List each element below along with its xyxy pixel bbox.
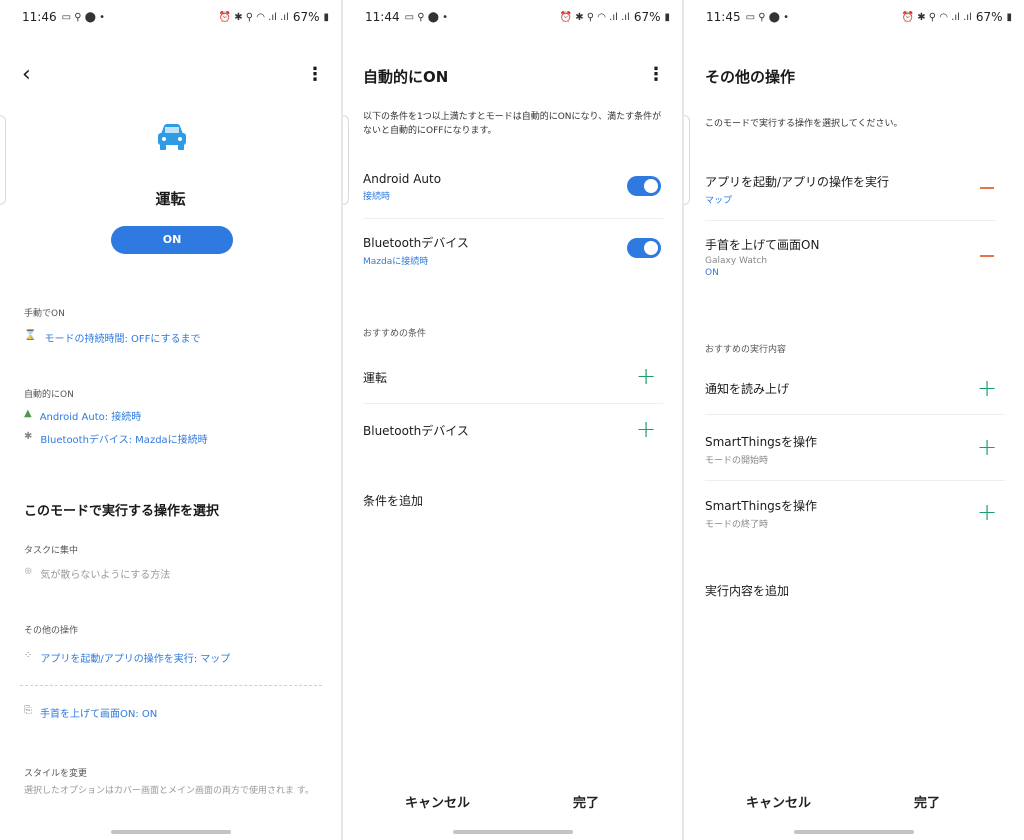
on-button[interactable]: ON <box>111 226 233 254</box>
manual-section-label: 手動でON <box>24 309 65 319</box>
cancel-button[interactable]: キャンセル <box>746 792 811 811</box>
other-item-app[interactable]: ⁘ アプリを起動/アプリの操作を実行: マップ <box>24 650 230 665</box>
home-indicator <box>453 830 573 834</box>
description: このモードで実行する操作を選択してください。 <box>705 119 903 129</box>
status-bar: 11:44 ▭ ⚲ ⬤ • ⏰ ✱ ⚲ ◠ .ıl .ıl 67% ▮ <box>343 8 682 28</box>
battery-text: 67% <box>292 10 320 24</box>
battery-text: 67% <box>633 10 661 24</box>
divider <box>705 220 995 221</box>
done-button[interactable]: 完了 <box>573 792 599 811</box>
android-auto-toggle[interactable] <box>627 176 661 196</box>
condition-bluetooth[interactable]: Bluetoothデバイス Mazdaに接続時 <box>363 234 469 267</box>
manual-duration-item[interactable]: ⌛ モードの持続時間: OFFにするまで <box>24 330 200 345</box>
status-bar: 11:46 ▭ ⚲ ⬤ • ⏰ ✱ ⚲ ◠ .ıl .ıl 67% ▮ <box>0 8 341 28</box>
focus-section-label: タスクに集中 <box>24 546 79 556</box>
action-app[interactable]: アプリを起動/アプリの操作を実行 マップ <box>705 173 889 206</box>
hourglass-icon: ⌛ <box>24 330 37 341</box>
cancel-button[interactable]: キャンセル <box>405 792 470 811</box>
focus-item[interactable]: ⊕ 気が散らないようにする方法 <box>24 566 170 581</box>
other-item-wrist[interactable]: ⎘ 手首を上げて画面ON: ON <box>24 705 157 720</box>
style-section-label: スタイルを変更 <box>24 769 88 779</box>
status-time: 11:44 <box>365 10 400 24</box>
done-button[interactable]: 完了 <box>914 792 940 811</box>
home-indicator <box>111 830 231 834</box>
back-icon[interactable]: ‹ <box>22 62 31 87</box>
status-icons-right: ⏰ ✱ ⚲ ◠ .ıl .ıl <box>218 11 289 23</box>
auto-on-screen: 11:44 ▭ ⚲ ⬤ • ⏰ ✱ ⚲ ◠ .ıl .ıl 67% ▮ 自動的に… <box>343 0 682 840</box>
status-icons-right: ⏰ ✱ ⚲ ◠ .ıl .ıl <box>559 11 630 23</box>
more-icon[interactable]: ⋮ <box>647 64 665 85</box>
auto-item-android[interactable]: ▲ Android Auto: 接続時 <box>24 408 141 423</box>
recommended-section-label: おすすめの条件 <box>363 329 427 339</box>
divider <box>705 414 1005 415</box>
car-icon <box>155 122 189 156</box>
add-action-button[interactable]: 実行内容を追加 <box>705 582 789 599</box>
plus-icon[interactable]: + <box>977 376 997 400</box>
recommended-smartthings-start[interactable]: SmartThingsを操作 モードの開始時 <box>705 433 817 466</box>
recommended-driving[interactable]: 運転 <box>363 369 387 386</box>
status-time: 11:45 <box>706 10 741 24</box>
recommended-section-label: おすすめの実行内容 <box>705 345 787 355</box>
status-bar: 11:45 ▭ ⚲ ⬤ • ⏰ ✱ ⚲ ◠ .ıl .ıl 67% ▮ <box>684 8 1024 28</box>
battery-icon: ▮ <box>664 11 670 23</box>
status-icons-left: ▭ ⚲ ⬤ • <box>404 11 448 23</box>
bluetooth-icon: ✱ <box>24 431 33 442</box>
description: 以下の条件を1つ以上満たすとモードは自動的にONになり、満たす条件がないと自動的… <box>363 112 662 136</box>
edge-handle <box>343 115 349 205</box>
home-indicator <box>794 830 914 834</box>
plus-icon[interactable]: + <box>636 417 656 441</box>
battery-icon: ▮ <box>1006 11 1012 23</box>
minus-icon[interactable] <box>980 255 994 257</box>
recommended-bluetooth[interactable]: Bluetoothデバイス <box>363 422 469 439</box>
other-section-label: その他の操作 <box>24 626 79 636</box>
auto-item-bluetooth[interactable]: ✱ Bluetoothデバイス: Mazdaに接続時 <box>24 431 208 446</box>
plus-icon[interactable]: + <box>977 500 997 524</box>
wrist-icon: ⎘ <box>24 705 32 716</box>
recommended-smartthings-end[interactable]: SmartThingsを操作 モードの終了時 <box>705 497 817 530</box>
page-title: その他の操作 <box>705 68 796 86</box>
action-wrist[interactable]: 手首を上げて画面ON Galaxy Watch ON <box>705 236 819 278</box>
dashed-divider <box>20 685 322 686</box>
edge-handle <box>684 115 690 205</box>
divider <box>705 480 1005 481</box>
other-actions-screen: 11:45 ▭ ⚲ ⬤ • ⏰ ✱ ⚲ ◠ .ıl .ıl 67% ▮ その他の… <box>684 0 1024 840</box>
plus-circle-icon: ⊕ <box>24 566 33 577</box>
bluetooth-toggle[interactable] <box>627 238 661 258</box>
mode-title: 運転 <box>155 190 186 208</box>
mode-detail-screen: 11:46 ▭ ⚲ ⬤ • ⏰ ✱ ⚲ ◠ .ıl .ıl 67% ▮ ‹ ⋮ … <box>0 0 341 840</box>
add-condition-button[interactable]: 条件を追加 <box>363 492 423 509</box>
status-icons-left: ▭ ⚲ ⬤ • <box>61 11 105 23</box>
page-title: 自動的にON <box>363 68 449 86</box>
battery-icon: ▮ <box>323 11 329 23</box>
apps-icon: ⁘ <box>24 650 33 661</box>
style-description: 選択したオプションはカバー画面とメイン画面の両方で使用されま す。 <box>24 786 314 796</box>
plus-icon[interactable]: + <box>977 435 997 459</box>
status-icons-right: ⏰ ✱ ⚲ ◠ .ıl .ıl <box>901 11 972 23</box>
battery-text: 67% <box>975 10 1003 24</box>
status-icons-left: ▭ ⚲ ⬤ • <box>745 11 789 23</box>
android-auto-icon: ▲ <box>24 408 32 419</box>
condition-android-auto[interactable]: Android Auto 接続時 <box>363 172 441 202</box>
recommended-read-notifications[interactable]: 通知を読み上げ <box>705 380 789 397</box>
actions-heading: このモードで実行する操作を選択 <box>24 504 220 519</box>
minus-icon[interactable] <box>980 187 994 189</box>
auto-section-label: 自動的にON <box>24 390 74 400</box>
divider <box>363 218 663 219</box>
status-time: 11:46 <box>22 10 57 24</box>
divider <box>363 403 663 404</box>
more-icon[interactable]: ⋮ <box>306 64 324 85</box>
plus-icon[interactable]: + <box>636 364 656 388</box>
